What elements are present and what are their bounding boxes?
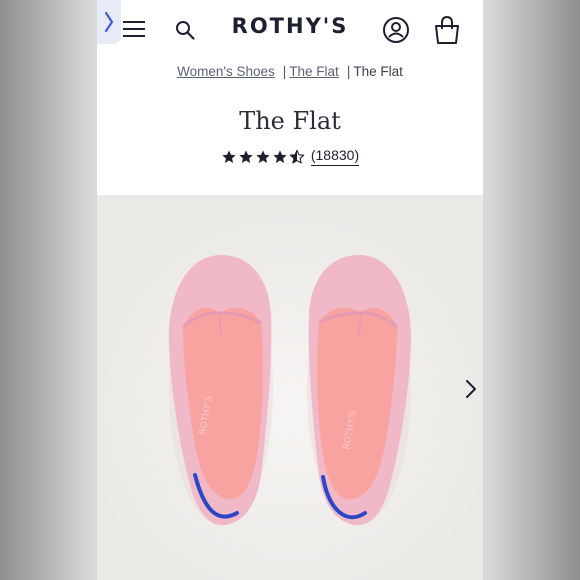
half-star-icon xyxy=(289,149,305,164)
product-rating: (18830) xyxy=(97,147,483,166)
breadcrumb-current: The Flat xyxy=(353,64,403,79)
product-image: ROTHY'S ROTHY'S xyxy=(97,195,483,580)
right-shoe: ROTHY'S xyxy=(307,255,412,526)
breadcrumb-separator: | xyxy=(346,64,351,79)
product-title: The Flat xyxy=(239,107,341,135)
left-shoe: ROTHY'S xyxy=(168,255,273,526)
shopping-bag-icon[interactable] xyxy=(432,15,462,45)
star-icon xyxy=(256,149,270,163)
breadcrumb-link-womens-shoes[interactable]: Women's Shoes xyxy=(177,64,275,79)
breadcrumb-link-the-flat[interactable]: The Flat xyxy=(289,64,339,79)
search-icon[interactable] xyxy=(175,20,195,40)
star-icon xyxy=(239,149,253,163)
star-icon xyxy=(222,149,236,163)
account-icon[interactable] xyxy=(382,16,410,44)
breadcrumb: Women's Shoes | The Flat | The Flat xyxy=(97,64,483,79)
product-page: ROTHY'S Women's Shoes | The Flat | The Flat … xyxy=(97,0,483,580)
breadcrumb-separator: | xyxy=(282,64,287,79)
chevron-right-icon[interactable] xyxy=(465,379,477,399)
menu-icon[interactable] xyxy=(123,20,145,38)
product-image-gallery[interactable]: ROTHY'S ROTHY'S xyxy=(97,195,483,580)
star-icon xyxy=(273,149,287,163)
brand-logo[interactable]: ROTHY'S xyxy=(227,14,353,38)
site-header: ROTHY'S xyxy=(97,0,483,60)
star-rating xyxy=(221,149,305,165)
review-count-link[interactable]: (18830) xyxy=(310,147,360,166)
